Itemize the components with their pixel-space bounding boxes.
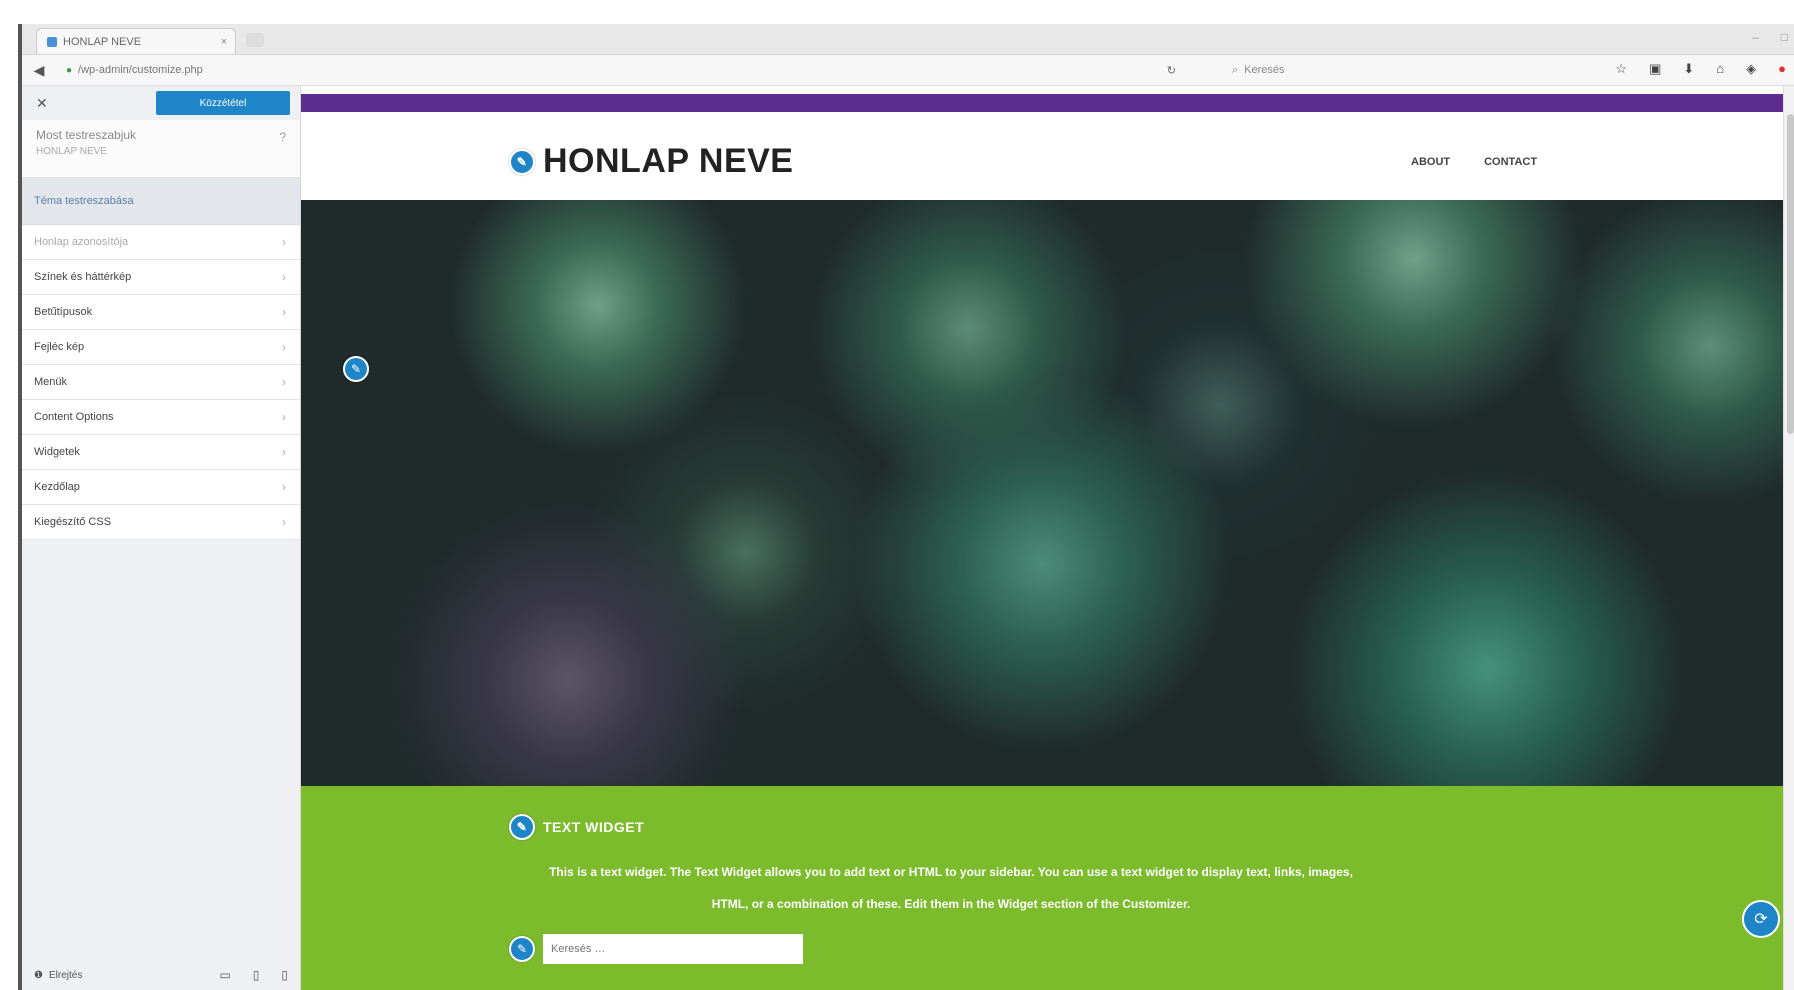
search-widget: ✎	[509, 934, 803, 964]
sidebar-item[interactable]: Content Options ›	[22, 400, 300, 435]
addon-icon[interactable]: ●	[1778, 61, 1786, 77]
widget-title-text: TEXT WIDGET	[543, 819, 645, 835]
collapse-icon[interactable]: ❶	[34, 970, 43, 981]
refresh-icon[interactable]: ⟳	[1742, 900, 1780, 938]
download-icon[interactable]: ⬇	[1683, 61, 1694, 77]
chevron-right-icon: ›	[282, 445, 286, 459]
hero-image: ✎	[301, 200, 1784, 786]
info-title: Most testreszabjuk	[36, 128, 137, 142]
sidebar-item-label: Fejléc kép	[34, 341, 85, 353]
sidebar-item[interactable]: Kezdőlap ›	[22, 470, 300, 505]
url-field[interactable]: ● /wp-admin/customize.php ↻	[66, 61, 1176, 79]
back-arrow-icon[interactable]: ◀	[28, 62, 50, 79]
sidebar-item[interactable]: Honlap azonosítója ›	[22, 225, 300, 260]
edit-pencil-icon[interactable]: ✎	[509, 936, 535, 962]
maximize-icon[interactable]: □	[1781, 30, 1788, 44]
primary-menu: ABOUT CONTACT	[1411, 156, 1537, 168]
star-icon[interactable]: ☆	[1615, 61, 1627, 77]
top-bar	[301, 94, 1784, 112]
sidebar-item-label: Kezdőlap	[34, 481, 80, 493]
browser-tab[interactable]: HONLAP NEVE ×	[36, 28, 236, 54]
active-theme-item[interactable]: Téma testreszabása	[22, 178, 300, 225]
edit-pencil-icon[interactable]: ✎	[509, 148, 535, 175]
tab-bar: HONLAP NEVE × – □	[22, 24, 1794, 55]
new-tab-button[interactable]	[246, 33, 264, 47]
text-widget-title: ✎ TEXT WIDGET	[509, 814, 644, 840]
browser-toolbar-icons: ☆ ▣ ⬇ ⌂ ◈ ●	[1615, 61, 1786, 77]
sidebar-item[interactable]: Fejléc kép ›	[22, 330, 300, 365]
site-title[interactable]: HONLAP NEVE	[543, 142, 793, 181]
lock-icon: ●	[66, 64, 73, 76]
sidebar-item-label: Honlap azonosítója	[34, 236, 129, 248]
favicon-icon	[47, 36, 57, 47]
tab-title: HONLAP NEVE	[63, 35, 142, 48]
help-icon[interactable]: ?	[279, 130, 286, 144]
device-preview-buttons: ▭ ▯ ▯	[219, 968, 288, 982]
sidebar-header: ✕ Közzététel	[22, 86, 300, 120]
sidebar-item[interactable]: Kiegészítő CSS ›	[22, 505, 300, 540]
clipboard-icon[interactable]: ▣	[1649, 61, 1661, 77]
chevron-right-icon: ›	[282, 305, 286, 319]
sidebar-item[interactable]: Widgetek ›	[22, 435, 300, 470]
chevron-right-icon: ›	[282, 340, 286, 354]
sidebar-item[interactable]: Betűtípusok ›	[22, 295, 300, 330]
menu-item-about[interactable]: ABOUT	[1411, 156, 1450, 168]
widget-area: ✎ TEXT WIDGET This is a text widget. The…	[301, 786, 1784, 990]
sidebar-item[interactable]: Színek és háttérkép ›	[22, 260, 300, 295]
scrollbar[interactable]	[1783, 86, 1794, 990]
mobile-icon[interactable]: ▯	[281, 968, 288, 982]
publish-button[interactable]: Közzététel	[156, 91, 290, 115]
browser-window: HONLAP NEVE × – □ ◀ ● /wp-admin/customiz…	[18, 24, 1794, 990]
sidebar-item[interactable]: Menük ›	[22, 365, 300, 400]
menu-item-contact[interactable]: CONTACT	[1484, 156, 1537, 168]
search-icon: ⌕	[1232, 63, 1239, 76]
window-controls: – □	[1752, 30, 1788, 44]
close-tab-icon[interactable]: ×	[221, 36, 227, 48]
collapse-label[interactable]: Elrejtés	[49, 970, 82, 981]
customizing-info: Most testreszabjuk HONLAP NEVE ?	[22, 120, 300, 178]
minimize-icon[interactable]: –	[1752, 30, 1759, 44]
chevron-right-icon: ›	[282, 375, 286, 389]
edit-pencil-icon[interactable]: ✎	[343, 356, 369, 382]
chevron-right-icon: ›	[282, 270, 286, 284]
home-icon[interactable]: ⌂	[1716, 61, 1724, 77]
chevron-right-icon: ›	[282, 410, 286, 424]
address-toolbar: ◀ ● /wp-admin/customize.php ↻ ⌕ Keresés …	[22, 55, 1794, 86]
sidebar-footer: ❶ Elrejtés ▭ ▯ ▯	[22, 960, 300, 990]
reload-icon[interactable]: ↻	[1167, 64, 1176, 77]
site-logo: ✎ HONLAP NEVE	[509, 142, 793, 181]
info-subtitle: HONLAP NEVE	[36, 146, 107, 157]
chevron-right-icon: ›	[282, 235, 286, 249]
browser-search-field[interactable]: ⌕ Keresés	[1232, 61, 1472, 79]
site-header: ✎ HONLAP NEVE ABOUT CONTACT	[301, 112, 1784, 200]
close-icon[interactable]: ✕	[36, 95, 48, 112]
sidebar-item-label: Kiegészítő CSS	[34, 516, 112, 528]
sidebar-item-label: Színek és háttérkép	[34, 271, 132, 283]
scrollbar-thumb[interactable]	[1787, 114, 1794, 434]
customizer-sidebar: ✕ Közzététel Most testreszabjuk HONLAP N…	[22, 86, 301, 990]
desktop-icon[interactable]: ▭	[219, 968, 230, 982]
edit-pencil-icon[interactable]: ✎	[509, 814, 535, 840]
chevron-right-icon: ›	[282, 515, 286, 529]
site-preview: ✎ HONLAP NEVE ABOUT CONTACT ✎ ✎ TEXT WID…	[301, 86, 1784, 990]
sidebar-item-label: Betűtípusok	[34, 306, 93, 318]
browser-search-placeholder: Keresés	[1244, 64, 1285, 76]
sidebar-item-label: Content Options	[34, 411, 114, 423]
sidebar-item-label: Menük	[34, 376, 68, 388]
url-text: /wp-admin/customize.php	[78, 64, 203, 76]
widget-text: This is a text widget. The Text Widget a…	[549, 865, 1353, 911]
pocket-icon[interactable]: ◈	[1746, 61, 1756, 77]
chevron-right-icon: ›	[282, 480, 286, 494]
sidebar-item-label: Widgetek	[34, 446, 80, 458]
tablet-icon[interactable]: ▯	[253, 968, 260, 982]
site-search-input[interactable]	[543, 934, 803, 964]
